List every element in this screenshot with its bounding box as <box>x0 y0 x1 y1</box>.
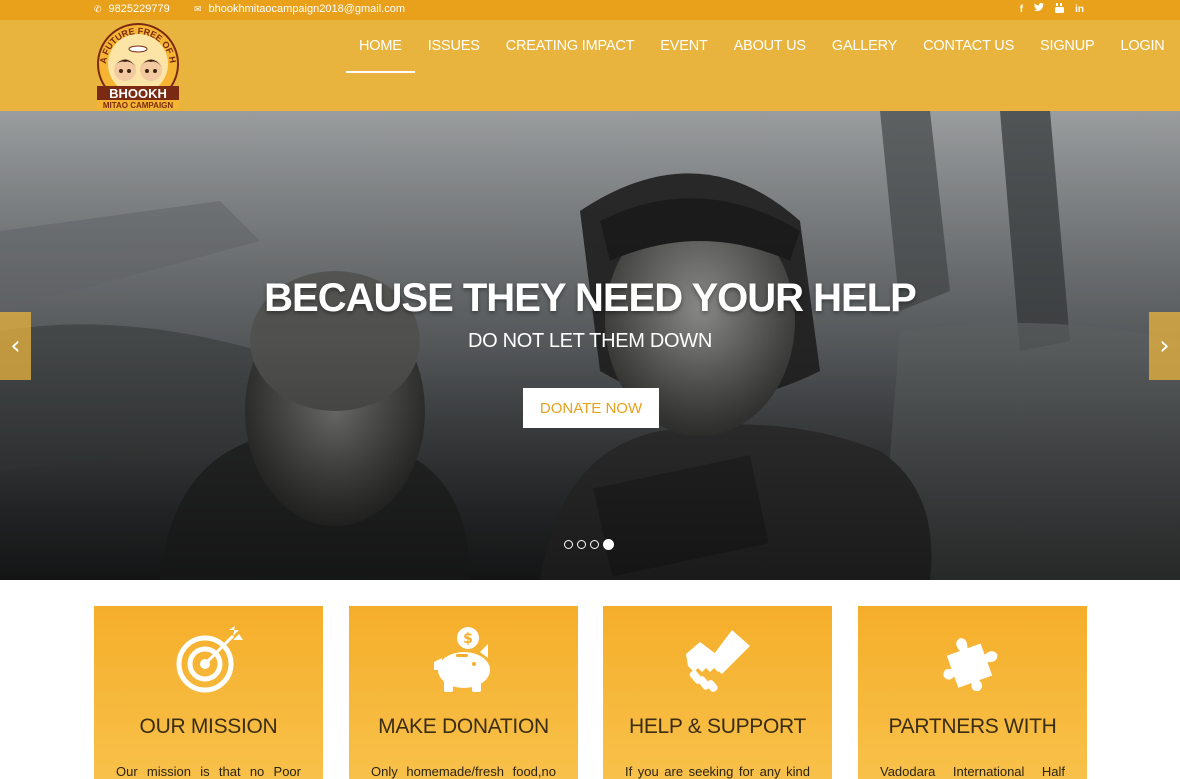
nav-signup[interactable]: SIGNUP <box>1027 20 1107 74</box>
linkedin-icon[interactable]: in <box>1075 3 1084 17</box>
donate-now-button[interactable]: DONATE NOW <box>523 388 659 428</box>
bhookh-mitao-logo[interactable]: A FUTURE FREE OF HUNGER BHOOKH MITAO CAM… <box>94 22 182 110</box>
hero-title: BECAUSE THEY NEED YOUR HELP <box>264 276 917 320</box>
nav-home[interactable]: HOME <box>346 20 415 74</box>
feature-card-help-support[interactable]: HELP & SUPPORT If you are seeking for an… <box>603 606 832 779</box>
youtube-icon[interactable] <box>1055 3 1065 17</box>
site-header: A FUTURE FREE OF HUNGER BHOOKH MITAO CAM… <box>0 20 1180 111</box>
phone-icon: ✆ <box>94 3 102 14</box>
target-icon <box>94 624 323 696</box>
puzzle-icon <box>858 624 1087 696</box>
feature-card-our-mission[interactable]: OUR MISSION Our mission is that no Poor <box>94 606 323 779</box>
handshake-icon <box>603 624 832 696</box>
envelope-icon: ✉ <box>194 3 202 14</box>
slide-indicator-4[interactable] <box>603 539 614 550</box>
card-text: Vadodara International Half <box>880 764 1065 779</box>
card-title: PARTNERS WITH <box>888 715 1057 738</box>
top-bar: ✆ 9825229779 ✉ bhookhmitaocampaign2018@g… <box>0 0 1180 20</box>
phone-contact[interactable]: ✆ 9825229779 <box>94 3 170 15</box>
feature-card-make-donation[interactable]: $ MAKE DONATION Only homemade/fresh food… <box>349 606 578 779</box>
nav-creating-impact[interactable]: CREATING IMPACT <box>493 20 648 74</box>
card-title: HELP & SUPPORT <box>628 715 807 738</box>
card-title: OUR MISSION <box>139 715 278 738</box>
email-address: bhookhmitaocampaign2018@gmail.com <box>208 3 405 15</box>
logo-tagline: MITAO CAMPAIGN <box>103 101 174 110</box>
hero-subtitle: DO NOT LET THEM DOWN <box>467 330 713 352</box>
slider-indicators <box>564 539 614 550</box>
slide-indicator-3[interactable] <box>590 540 599 549</box>
card-text: Only homemade/fresh food,no <box>371 764 556 779</box>
slide-indicator-2[interactable] <box>577 540 586 549</box>
nav-login[interactable]: LOGIN <box>1107 20 1177 74</box>
email-contact[interactable]: ✉ bhookhmitaocampaign2018@gmail.com <box>194 3 405 15</box>
facebook-icon[interactable]: f <box>1020 3 1023 17</box>
nav-issues[interactable]: ISSUES <box>415 20 493 74</box>
twitter-icon[interactable] <box>1034 2 1045 17</box>
nav-event[interactable]: EVENT <box>647 20 720 74</box>
slide-indicator-1[interactable] <box>564 540 573 549</box>
feature-card-partners-with[interactable]: PARTNERS WITH Vadodara International Hal… <box>858 606 1087 779</box>
nav-gallery[interactable]: GALLERY <box>819 20 910 74</box>
card-title: MAKE DONATION <box>378 715 549 738</box>
piggy-bank-icon: $ <box>349 624 578 696</box>
main-nav: HOME ISSUES CREATING IMPACT EVENT ABOUT … <box>346 20 1178 74</box>
social-links: f in <box>1020 2 1084 17</box>
card-text: If you are seeking for any kind <box>625 764 810 779</box>
phone-number: 9825229779 <box>108 3 170 15</box>
card-text: Our mission is that no Poor <box>116 764 301 779</box>
logo-name: BHOOKH <box>109 86 167 101</box>
svg-text:$: $ <box>463 631 473 647</box>
nav-contact-us[interactable]: CONTACT US <box>910 20 1027 74</box>
nav-about-us[interactable]: ABOUT US <box>721 20 819 74</box>
